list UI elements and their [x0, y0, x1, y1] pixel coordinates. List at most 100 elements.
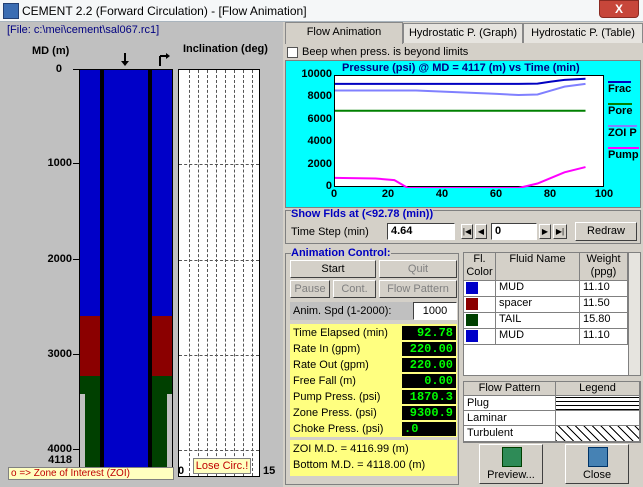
- legend-entry-frac: Frac: [608, 81, 632, 95]
- zoi-legend-note: o => Zone of Interest (ZOI): [8, 467, 174, 480]
- fluid-color-swatch: [466, 330, 478, 342]
- preview-icon: [502, 447, 522, 467]
- x-tick-label: 100: [594, 188, 614, 200]
- table-row[interactable]: [464, 281, 496, 297]
- fluid-color-swatch: [466, 298, 478, 310]
- inclination-header: Inclination (deg): [183, 43, 268, 55]
- fluid-weight-cell[interactable]: 11.10: [580, 281, 628, 297]
- wellbore-schematic: [79, 69, 173, 478]
- legend-turbulent-label: Turbulent: [464, 426, 556, 442]
- anim-speed-input[interactable]: 1000: [413, 302, 457, 320]
- arrow-up-right-icon: [159, 53, 170, 66]
- legend-header-pattern: Flow Pattern: [464, 382, 556, 396]
- fluid-name-cell[interactable]: TAIL: [496, 313, 580, 329]
- turbulent-pattern-swatch: [556, 426, 640, 442]
- last-step-button[interactable]: ▶|: [553, 224, 567, 239]
- preview-label: Preview...: [487, 469, 535, 481]
- start-button[interactable]: Start: [290, 260, 376, 278]
- preview-button[interactable]: Preview...: [479, 444, 543, 484]
- step-input[interactable]: 0: [491, 223, 537, 240]
- pump-press-value: 1870.3: [402, 390, 456, 404]
- x-tick-label: 40: [435, 188, 449, 200]
- flow-pattern-legend: Flow Pattern Legend Plug Laminar Turbule…: [463, 381, 641, 443]
- close-button[interactable]: Close: [565, 444, 629, 484]
- well-panel: [File: c:\mei\cement\sal067.rc1] MD (m) …: [0, 22, 283, 487]
- close-label: Close: [582, 469, 612, 481]
- chart-title: Pressure (psi) @ MD = 4117 (m) vs Time (…: [342, 62, 580, 74]
- depth-label-0: 0: [55, 63, 62, 75]
- fluids-scrollbar[interactable]: [628, 253, 640, 375]
- depth-label-3000: 3000: [47, 348, 72, 360]
- fluid-color-swatch: [466, 314, 478, 326]
- open-hole-right-tail: [152, 394, 167, 478]
- x-tick-label: 80: [543, 188, 557, 200]
- series-line-frac: [335, 77, 586, 85]
- legend-entry-pump: Pump: [608, 147, 639, 161]
- beep-label: Beep when press. is beyond limits: [302, 46, 469, 58]
- door-exit-icon: [588, 447, 608, 467]
- prev-step-button[interactable]: ◀: [475, 224, 487, 239]
- y-tick-label: 2000: [307, 157, 332, 170]
- flow-pattern-button[interactable]: Flow Pattern: [379, 280, 457, 298]
- zoi-md-text: ZOI M.D. = 4116.99 (m): [293, 443, 409, 455]
- series-line-zoi-p: [335, 82, 586, 97]
- fluid-name-cell[interactable]: MUD: [496, 329, 580, 345]
- time-step-label: Time Step (min): [291, 226, 369, 238]
- anim-speed-label: Anim. Spd (1-2000):: [293, 305, 392, 317]
- y-tick-label: 4000: [307, 135, 332, 148]
- x-tick-label: 60: [489, 188, 503, 200]
- annulus-left-tail: [80, 376, 100, 394]
- table-row[interactable]: [464, 297, 496, 313]
- readouts-panel: Time Elapsed (min) 92.78 Rate In (gpm) 2…: [290, 324, 457, 437]
- depth-label-bottom: 4118: [48, 454, 72, 466]
- table-row[interactable]: [464, 329, 496, 345]
- animation-panel: Flow Animation Hydrostatic P. (Graph) Hy…: [283, 22, 643, 487]
- legend-laminar-label: Laminar: [464, 411, 556, 426]
- table-row[interactable]: [464, 313, 496, 329]
- continue-button[interactable]: Cont.: [333, 280, 376, 298]
- choke-press-label: Choke Press. (psi): [293, 423, 384, 435]
- time-elapsed-label: Time Elapsed (min): [293, 327, 388, 339]
- lose-circulation-indicator[interactable]: Lose Circ.!: [193, 458, 251, 474]
- depth-label-2000: 2000: [47, 253, 72, 265]
- annulus-left-mud: [80, 70, 100, 316]
- time-step-input[interactable]: 4.64: [387, 223, 455, 240]
- x-tick-label: 20: [381, 188, 395, 200]
- plug-pattern-swatch: [556, 396, 640, 411]
- fluid-weight-cell[interactable]: 15.80: [580, 313, 628, 329]
- window-close-button[interactable]: X: [599, 0, 639, 18]
- next-step-button[interactable]: ▶: [539, 224, 551, 239]
- rate-out-label: Rate Out (gpm): [293, 359, 369, 371]
- zone-press-value: 9300.9: [402, 406, 456, 420]
- animation-control-heading: Animation Control:: [291, 247, 391, 259]
- legend-header-legend: Legend: [556, 382, 640, 396]
- annulus-right-mud: [152, 70, 172, 316]
- inclination-plot: [178, 69, 260, 477]
- depth-axis: [70, 69, 79, 479]
- app-icon: [3, 3, 19, 19]
- fluid-weight-cell[interactable]: 11.50: [580, 297, 628, 313]
- fluid-color-swatch: [466, 282, 478, 294]
- fluid-name-cell[interactable]: MUD: [496, 281, 580, 297]
- fluid-weight-cell[interactable]: 11.10: [580, 329, 628, 345]
- window-title: CEMENT 2.2 (Forward Circulation) - [Flow…: [22, 4, 307, 18]
- beep-checkbox[interactable]: [287, 47, 298, 58]
- annulus-right-tail: [152, 376, 172, 394]
- flow-arrows: [121, 53, 170, 66]
- open-hole-left-tail: [85, 394, 100, 478]
- depth-label-1000: 1000: [47, 157, 72, 169]
- redraw-button[interactable]: Redraw: [575, 222, 637, 241]
- first-step-button[interactable]: |◀: [461, 224, 473, 239]
- drill-string-mud: [104, 70, 148, 478]
- pause-button[interactable]: Pause: [290, 280, 330, 298]
- series-line-pump: [335, 166, 586, 188]
- chart-plot-area: [334, 75, 604, 188]
- fluid-name-cell[interactable]: spacer: [496, 297, 580, 313]
- quit-button[interactable]: Quit: [379, 260, 457, 278]
- incl-axis-min: 0: [178, 465, 185, 477]
- md-header: MD (m): [32, 45, 70, 57]
- tab-flow-animation[interactable]: Flow Animation: [285, 22, 403, 44]
- rate-in-value: 220.00: [402, 342, 456, 356]
- tab-hydrostatic-graph[interactable]: Hydrostatic P. (Graph): [403, 23, 523, 43]
- tab-hydrostatic-table[interactable]: Hydrostatic P. (Table): [523, 23, 643, 43]
